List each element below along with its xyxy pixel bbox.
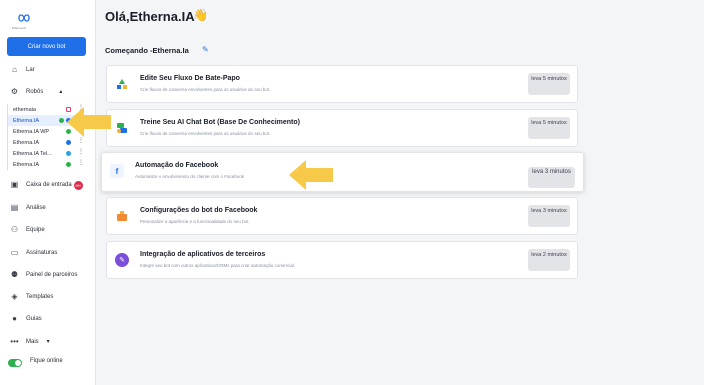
- task-card[interactable]: ✎ Integração de aplicativos de terceiros…: [106, 241, 578, 279]
- settings-icon: [115, 209, 129, 223]
- nav-item-analytics[interactable]: ▤ Análise: [10, 203, 46, 212]
- card-description: Crie fluxos de conversa envolventes para…: [140, 87, 271, 92]
- create-bot-button[interactable]: Criar novo bot: [7, 37, 86, 56]
- infinity-logo-icon[interactable]: [16, 10, 32, 26]
- robot-item[interactable]: Etherna.IA Tel... ⋮: [7, 148, 84, 159]
- card-title: Automação do Facebook: [135, 162, 219, 169]
- nav-item-more[interactable]: ••• Mais ▾: [10, 337, 50, 346]
- task-card[interactable]: Edite Seu Fluxo De Bate-Papo Crie fluxos…: [106, 65, 578, 103]
- nav-label: Análise: [26, 204, 46, 211]
- nav-item-partners[interactable]: ⚉ Painel de parceiros: [10, 270, 77, 279]
- active-check-icon: [59, 118, 64, 123]
- nav-item-robots[interactable]: ⚙ Robôs ▴: [10, 87, 62, 96]
- more-options-icon[interactable]: ⋮: [78, 148, 84, 155]
- layers-icon: ◈: [11, 292, 18, 301]
- chevron-up-icon[interactable]: ▴: [59, 88, 62, 95]
- chevron-down-icon: ▾: [46, 339, 50, 345]
- nav-label: Robôs: [26, 88, 44, 95]
- section-title: Começando -Etherna.Ia: [105, 46, 189, 55]
- whatsapp-icon: [66, 162, 71, 167]
- telegram-icon: [66, 151, 71, 156]
- time-estimate-badge: leva 3 minutos: [528, 167, 575, 188]
- nav-item-templates[interactable]: ◈ Templates: [10, 292, 53, 301]
- edit-pencil-icon[interactable]: ✎: [202, 45, 209, 54]
- wave-emoji-icon: 👋: [193, 8, 208, 22]
- nav-label: Templates: [26, 293, 54, 300]
- task-card-highlighted[interactable]: f Automação do Facebook Automatize o env…: [101, 152, 584, 192]
- card-description: Automatize o envolvimento do cliente com…: [135, 174, 245, 179]
- card-title: Configurações do bot do Facebook: [140, 207, 258, 214]
- time-estimate-badge: leva 5 minutos: [528, 73, 570, 95]
- robot-item[interactable]: Etherna.IA ⋮: [7, 159, 84, 170]
- card-description: Personalize a aparência e a funcionalida…: [140, 219, 250, 224]
- nav-item-inbox[interactable]: ▣ Caixa de entrada: [10, 180, 72, 189]
- integration-icon: ✎: [115, 253, 129, 267]
- webchat-icon: [66, 140, 71, 145]
- nav-label: Equipe: [26, 226, 45, 233]
- pointer-arrow-icon: [289, 160, 333, 190]
- home-icon: ⌂: [12, 65, 17, 74]
- inbox-icon: ▣: [10, 180, 19, 189]
- task-card[interactable]: Configurações do bot do Facebook Persona…: [106, 197, 578, 235]
- nav-label: Guias: [26, 315, 42, 322]
- subscription-icon: ▭: [10, 248, 19, 257]
- page-title: Olá,Etherna.IA: [105, 9, 195, 24]
- card-description: Crie fluxos de conversa envolventes para…: [140, 131, 271, 136]
- online-label: Fique online: [30, 358, 63, 364]
- bulb-icon: ●: [12, 314, 17, 323]
- card-description: Integre seu bot com outros aplicativos/C…: [140, 263, 296, 268]
- chart-icon: ▤: [10, 203, 19, 212]
- nav-item-home[interactable]: ⌂ Lar: [10, 65, 35, 74]
- nav-label: Mais: [26, 338, 39, 345]
- facebook-automation-icon: f: [110, 164, 124, 178]
- nav-item-guides[interactable]: ● Guias: [10, 314, 42, 323]
- pointer-arrow-icon: [67, 107, 111, 137]
- more-icon: •••: [10, 337, 19, 346]
- card-title: Edite Seu Fluxo De Bate-Papo: [140, 75, 240, 82]
- main-content: Olá,Etherna.IA 👋 Começando -Etherna.Ia ✎…: [96, 0, 704, 385]
- nav-label: Assinaturas: [26, 249, 58, 256]
- task-card[interactable]: Treine Seu AI Chat Bot (Base De Conhecim…: [106, 109, 578, 147]
- nav-label: Lar: [26, 66, 35, 73]
- robot-icon: ⚙: [10, 87, 19, 96]
- time-estimate-badge: leva 3 minutos: [528, 205, 570, 227]
- nav-item-subscriptions[interactable]: ▭ Assinaturas: [10, 248, 58, 257]
- nav-item-team[interactable]: ⚇ Equipe: [10, 225, 45, 234]
- more-options-icon[interactable]: ⋮: [78, 159, 84, 166]
- time-estimate-badge: leva 5 minutos: [528, 117, 570, 139]
- sidebar: Etherna IA Criar novo bot ⌂ Lar ⚙ Robôs …: [0, 0, 96, 385]
- time-estimate-badge: leva 2 minutos: [528, 249, 570, 271]
- card-title: Treine Seu AI Chat Bot (Base De Conhecim…: [140, 119, 300, 126]
- nav-label: Caixa de entrada: [26, 181, 72, 188]
- team-icon: ⚇: [10, 225, 19, 234]
- flow-icon: [115, 77, 129, 91]
- online-toggle[interactable]: [8, 359, 22, 367]
- partners-icon: ⚉: [10, 270, 19, 279]
- card-title: Integração de aplicativos de terceiros: [140, 251, 266, 258]
- inbox-count-badge: 99+: [74, 181, 83, 190]
- logo-text: Etherna IA: [12, 26, 27, 30]
- nav-label: Painel de parceiros: [26, 271, 78, 278]
